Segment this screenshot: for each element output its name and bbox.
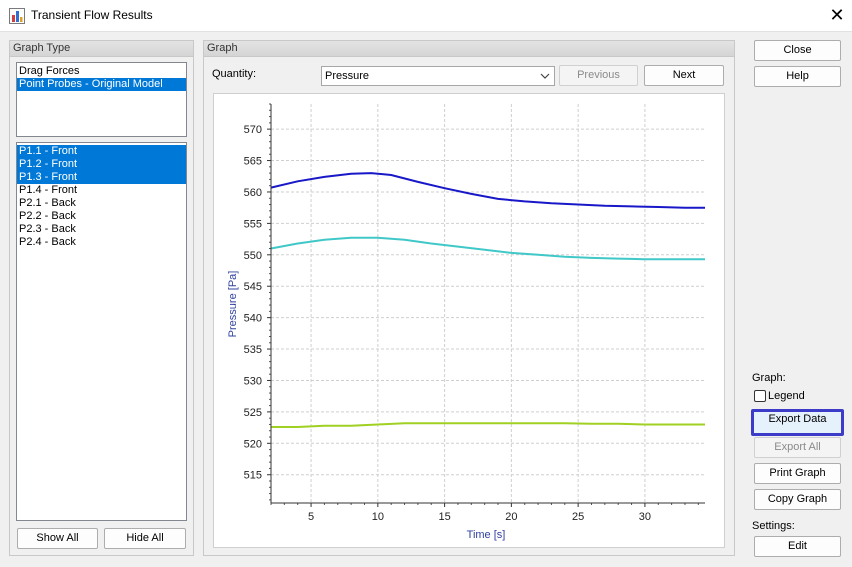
list-item[interactable]: P2.1 - Back bbox=[17, 197, 186, 210]
export-data-button[interactable]: Export Data bbox=[751, 409, 844, 436]
legend-checkbox[interactable] bbox=[754, 390, 766, 402]
next-button[interactable]: Next bbox=[644, 65, 724, 86]
title-bar: Transient Flow Results ✕ bbox=[0, 0, 852, 32]
quantity-label: Quantity: bbox=[212, 68, 257, 80]
y-tick-label: 540 bbox=[244, 313, 262, 325]
series-line-3 bbox=[271, 422, 705, 428]
y-tick-label: 525 bbox=[244, 407, 262, 419]
graph-section-label: Graph: bbox=[752, 372, 786, 384]
list-item[interactable]: P2.3 - Back bbox=[17, 223, 186, 236]
list-item[interactable]: P2.4 - Back bbox=[17, 236, 186, 249]
x-axis-label: Time [s] bbox=[467, 529, 506, 541]
pressure-chart: 515 520 525 530 535 540 545 550 555 560 565 570 5 10 1… bbox=[227, 103, 705, 541]
y-tick-label: 550 bbox=[244, 250, 262, 262]
edit-settings-button[interactable]: Edit bbox=[754, 536, 841, 557]
x-tick-label: 5 bbox=[308, 511, 314, 523]
previous-button[interactable]: Previous bbox=[559, 65, 638, 86]
list-item[interactable]: P1.1 - Front bbox=[17, 145, 186, 158]
help-button[interactable]: Help bbox=[754, 66, 841, 87]
list-item[interactable]: Drag Forces bbox=[17, 65, 186, 78]
x-tick-label: 10 bbox=[372, 511, 384, 523]
chart-area: 515 520 525 530 535 540 545 550 555 560 565 570 5 10 1… bbox=[213, 93, 725, 548]
legend-label: Legend bbox=[768, 390, 805, 402]
series-line-2 bbox=[270, 236, 705, 261]
quantity-select-value: Pressure bbox=[325, 70, 370, 82]
app-icon bbox=[9, 8, 25, 24]
y-tick-label: 535 bbox=[244, 344, 262, 356]
hide-all-button[interactable]: Hide All bbox=[104, 528, 186, 549]
show-all-button[interactable]: Show All bbox=[17, 528, 98, 549]
x-tick-label: 30 bbox=[639, 511, 651, 523]
list-item[interactable]: P1.2 - Front bbox=[17, 158, 186, 171]
y-tick-label: 565 bbox=[244, 156, 262, 168]
series-line-1 bbox=[270, 172, 705, 209]
y-tick-label: 515 bbox=[244, 470, 262, 482]
settings-label: Settings: bbox=[752, 520, 795, 532]
x-tick-label: 15 bbox=[438, 511, 450, 523]
list-item[interactable]: P2.2 - Back bbox=[17, 210, 186, 223]
close-window-button[interactable]: ✕ bbox=[822, 4, 852, 28]
y-tick-label: 560 bbox=[244, 187, 262, 199]
close-button[interactable]: Close bbox=[754, 40, 841, 61]
graph-header: Graph bbox=[204, 41, 734, 57]
window-title: Transient Flow Results bbox=[31, 8, 153, 22]
print-graph-button[interactable]: Print Graph bbox=[754, 463, 841, 484]
graph-type-list[interactable]: Drag Forces Point Probes - Original Model bbox=[16, 62, 187, 137]
y-tick-label: 555 bbox=[244, 218, 262, 230]
y-tick-label: 520 bbox=[244, 438, 262, 450]
y-tick-label: 545 bbox=[244, 281, 262, 293]
chevron-down-icon bbox=[540, 73, 550, 79]
x-tick-label: 20 bbox=[505, 511, 517, 523]
close-icon: ✕ bbox=[829, 5, 845, 25]
list-item[interactable]: P1.4 - Front bbox=[17, 184, 186, 197]
list-item[interactable]: P1.3 - Front bbox=[17, 171, 186, 184]
probe-list[interactable]: P1.1 - Front P1.2 - Front P1.3 - Front P1.4… bbox=[16, 142, 187, 521]
y-axis-label: Pressure [Pa] bbox=[227, 271, 239, 338]
list-item[interactable]: Point Probes - Original Model bbox=[17, 78, 186, 91]
export-all-button[interactable]: Export All bbox=[754, 437, 841, 458]
y-tick-label: 570 bbox=[244, 124, 262, 136]
copy-graph-button[interactable]: Copy Graph bbox=[754, 489, 841, 510]
quantity-select[interactable]: Pressure bbox=[321, 66, 555, 86]
x-tick-label: 25 bbox=[572, 511, 584, 523]
y-tick-label: 530 bbox=[244, 375, 262, 387]
graph-type-header: Graph Type bbox=[10, 41, 193, 57]
